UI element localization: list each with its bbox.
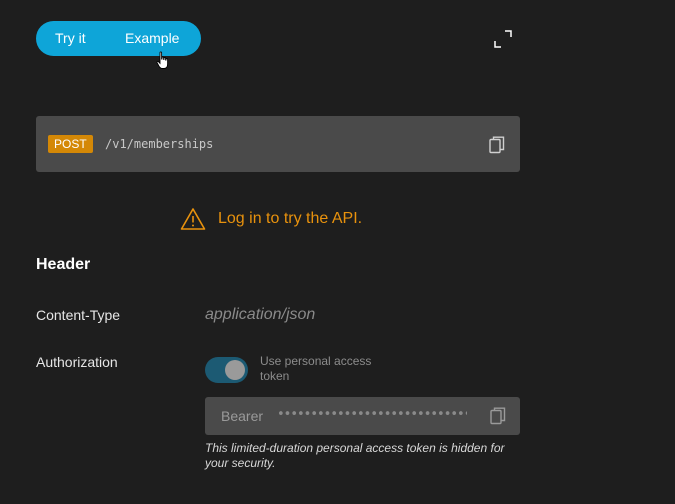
warning-triangle-icon <box>180 208 206 230</box>
toggle-label: Use personal access token <box>260 354 372 383</box>
endpoint-bar: POST /v1/memberships <box>36 116 520 172</box>
hand-cursor-icon <box>156 51 169 69</box>
copy-icon[interactable] <box>489 136 505 154</box>
tab-example[interactable]: Example <box>125 21 179 56</box>
authorization-label: Authorization <box>36 354 118 370</box>
endpoint-path: /v1/memberships <box>105 137 214 151</box>
login-warning: Log in to try the API. <box>180 207 362 231</box>
personal-token-toggle[interactable] <box>205 357 248 383</box>
masked-token: •••••••••••••••••••••••••••••• <box>277 407 467 422</box>
tab-try-it[interactable]: Try it <box>55 21 86 56</box>
toggle-knob <box>225 360 245 380</box>
warning-text: Log in to try the API. <box>218 210 363 227</box>
section-title-header: Header <box>36 256 91 273</box>
bearer-prefix: Bearer <box>221 408 264 424</box>
expand-icon[interactable] <box>494 30 512 48</box>
token-note: This limited-duration personal access to… <box>205 441 505 470</box>
content-type-label: Content-Type <box>36 307 121 323</box>
content-type-value: application/json <box>205 306 316 323</box>
bearer-token-field[interactable]: Bearer •••••••••••••••••••••••••••••• <box>205 397 520 435</box>
method-badge: POST <box>48 135 93 153</box>
copy-icon[interactable] <box>490 407 506 425</box>
api-try-it-panel: Try it Example POST /v1/memberships Log … <box>0 0 675 504</box>
mode-tabs: Try it Example <box>36 21 201 56</box>
